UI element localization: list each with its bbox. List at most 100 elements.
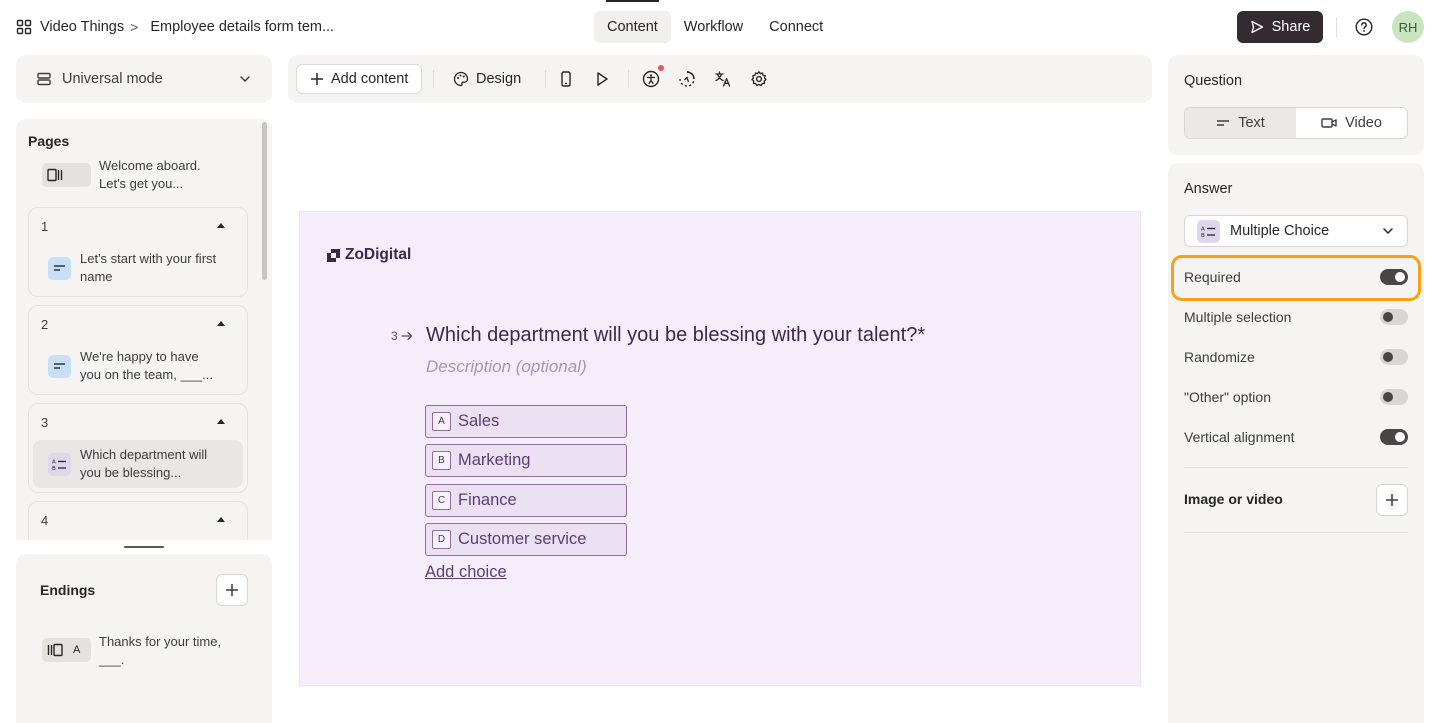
choice-option[interactable]: D Customer service: [425, 523, 627, 556]
header-divider: [1336, 17, 1337, 37]
ending-letter: A: [73, 644, 81, 656]
page-group-4[interactable]: 4: [28, 501, 248, 540]
play-preview-icon[interactable]: [593, 70, 611, 88]
chevron-down-icon: [240, 76, 250, 82]
tab-content[interactable]: Content: [594, 0, 671, 43]
gear-icon[interactable]: [750, 70, 768, 88]
tab-workflow[interactable]: Workflow: [671, 11, 756, 43]
collapse-caret-icon[interactable]: [217, 321, 225, 326]
setting-vertical-alignment: Vertical alignment: [1184, 425, 1408, 449]
brand-logo-icon: [327, 248, 340, 262]
plus-icon: [226, 584, 238, 596]
text-lines-icon: [1217, 120, 1230, 126]
loading-speed-icon[interactable]: [678, 70, 696, 88]
multiple-selection-toggle[interactable]: [1380, 309, 1408, 325]
short-text-icon: [48, 256, 71, 280]
welcome-screen-item[interactable]: Welcome aboard. Let's get you...: [42, 157, 229, 193]
answer-type-select[interactable]: AB Multiple Choice: [1184, 215, 1408, 247]
question-description-placeholder[interactable]: Description (optional): [426, 357, 587, 377]
palette-icon: [453, 71, 469, 87]
svg-text:A: A: [1201, 226, 1205, 232]
multiple-choice-icon: AB: [1197, 219, 1220, 243]
choice-option[interactable]: C Finance: [425, 484, 627, 517]
question-type-video[interactable]: Video: [1296, 108, 1407, 138]
collapse-caret-icon[interactable]: [217, 517, 225, 522]
breadcrumb-form-name[interactable]: Employee details form tem...: [150, 19, 334, 35]
choice-label[interactable]: Finance: [458, 491, 517, 510]
toolbar-divider: [545, 70, 546, 88]
page-group-1[interactable]: 1 Let's start with your first name: [28, 207, 248, 297]
welcome-text: Welcome aboard. Let's get you...: [99, 158, 201, 191]
setting-randomize: Randomize: [1184, 345, 1408, 369]
choice-option[interactable]: B Marketing: [425, 444, 627, 477]
question-type-video-label: Video: [1345, 115, 1382, 131]
ending-screen-icon: [47, 643, 63, 657]
choice-option[interactable]: A Sales: [425, 405, 627, 438]
page-item[interactable]: Let's start with your first name: [33, 244, 243, 292]
media-divider: [1184, 532, 1408, 533]
collapse-caret-icon[interactable]: [217, 223, 225, 228]
setting-label: Randomize: [1184, 349, 1255, 365]
vertical-alignment-toggle[interactable]: [1380, 429, 1408, 445]
breadcrumb-workspace[interactable]: Video Things: [40, 19, 124, 35]
question-number-value: 3: [391, 329, 398, 343]
brand-logo: ZoDigital: [326, 246, 411, 264]
question-type-text[interactable]: Text: [1185, 108, 1296, 138]
design-button[interactable]: Design: [440, 64, 534, 94]
mode-label: Universal mode: [62, 71, 163, 87]
page-number: 2: [41, 317, 49, 332]
tab-connect[interactable]: Connect: [756, 11, 836, 43]
required-highlight-outline: [1171, 255, 1421, 301]
help-icon[interactable]: [1355, 18, 1373, 36]
add-choice-link[interactable]: Add choice: [425, 563, 507, 582]
question-title[interactable]: Which department will you be blessing wi…: [426, 324, 925, 347]
stack-icon: [37, 72, 51, 86]
page-group-3[interactable]: 3 AB Which department will you be blessi…: [28, 403, 248, 493]
svg-text:A: A: [52, 459, 56, 465]
plus-icon: [311, 73, 323, 85]
add-content-button[interactable]: Add content: [296, 64, 423, 94]
add-ending-button[interactable]: [216, 574, 248, 606]
accessibility-icon[interactable]: [642, 70, 660, 88]
form-preview-canvas[interactable]: ZoDigital 3 Which department will you be…: [299, 211, 1141, 686]
brand-name: ZoDigital: [345, 246, 412, 263]
svg-text:B: B: [52, 466, 56, 471]
page-item-selected[interactable]: AB Which department will you be blessing…: [33, 440, 243, 488]
choice-label[interactable]: Sales: [458, 412, 499, 431]
add-media-button[interactable]: [1376, 484, 1408, 516]
toolbar-divider: [628, 70, 629, 88]
ending-item[interactable]: A Thanks for your time, ___.: [42, 633, 229, 669]
translate-icon[interactable]: [714, 70, 732, 88]
answer-settings-card: Answer AB Multiple Choice Required Multi…: [1168, 163, 1424, 723]
mobile-preview-icon[interactable]: [557, 70, 575, 88]
workspace-grid-icon[interactable]: [16, 19, 32, 35]
editor-toolbar: Add content Design: [288, 55, 1152, 103]
panel-resize-handle[interactable]: [124, 546, 164, 548]
endings-title: Endings: [40, 582, 96, 598]
page-group-2[interactable]: 2 We're happy to have you on the team, _…: [28, 305, 248, 395]
page-item[interactable]: We're happy to have you on the team, ___…: [33, 342, 243, 390]
choice-label[interactable]: Customer service: [458, 530, 586, 549]
settings-divider: [1184, 467, 1408, 468]
page-number: 4: [41, 513, 49, 528]
choice-key: B: [432, 451, 451, 470]
share-button[interactable]: Share: [1237, 11, 1323, 43]
notification-dot: [658, 65, 664, 71]
plus-icon: [1386, 494, 1398, 506]
ending-text: Thanks for your time, ___.: [99, 634, 222, 667]
ending-thumbnail: A: [42, 638, 91, 662]
setting-label: "Other" option: [1184, 389, 1271, 405]
randomize-toggle[interactable]: [1380, 349, 1408, 365]
choice-key: A: [432, 412, 451, 431]
mode-selector[interactable]: Universal mode: [16, 55, 272, 103]
other-option-toggle[interactable]: [1380, 389, 1408, 405]
choice-key: C: [432, 491, 451, 510]
pages-title: Pages: [28, 133, 70, 149]
page-item-text: Let's start with your first name: [80, 251, 217, 284]
avatar[interactable]: RH: [1392, 11, 1424, 43]
arrow-right-icon: [401, 331, 412, 341]
answer-section-title: Answer: [1184, 181, 1233, 197]
pages-scrollbar[interactable]: [262, 122, 267, 280]
collapse-caret-icon[interactable]: [217, 419, 225, 424]
choice-label[interactable]: Marketing: [458, 451, 530, 470]
